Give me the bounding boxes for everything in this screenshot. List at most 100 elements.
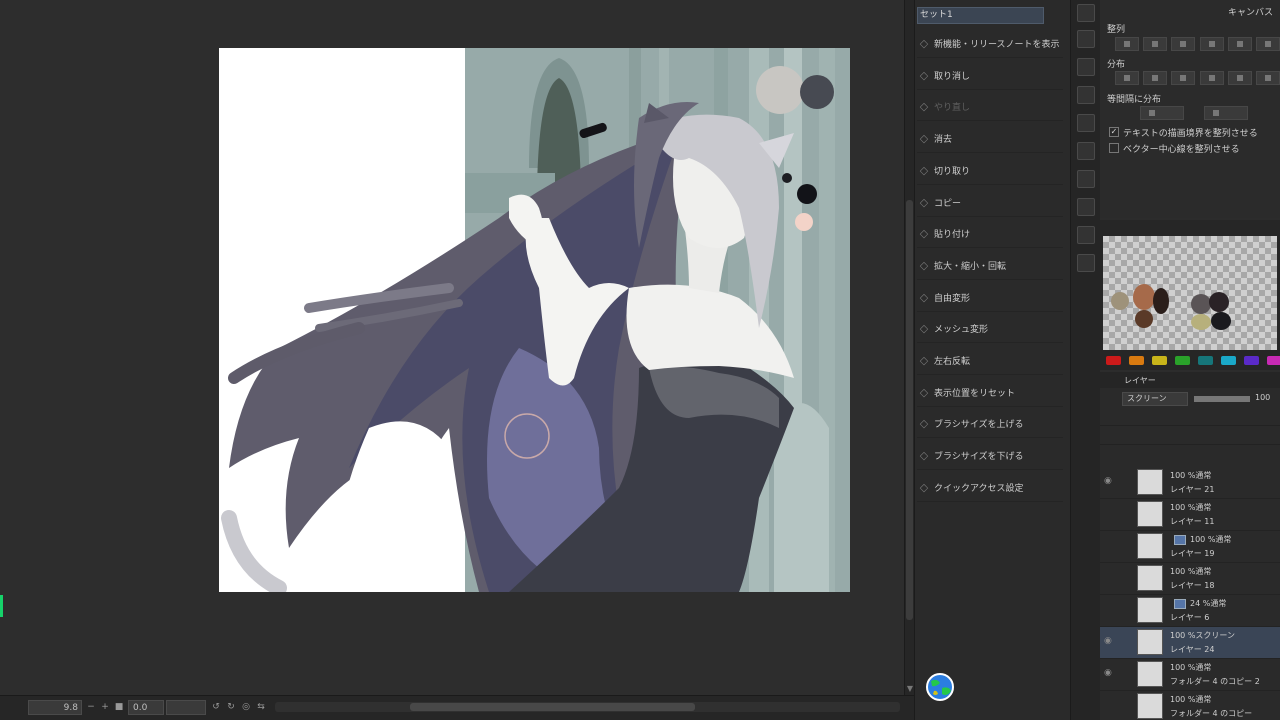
quick-access-item[interactable]: ◇ クイックアクセス設定 [917,474,1063,502]
quick-access-set-select[interactable]: セット1 [917,7,1044,24]
right-panel: キャンバス 整列 分布 等間隔に分布 ✓ テキストの描画境界を整列させる ベクタ… [1100,0,1280,720]
color-blob[interactable] [1111,292,1129,310]
layer-row[interactable]: ◉ 100 %通常 レイヤー 21 [1100,467,1280,499]
color-swatch-area[interactable] [1103,236,1277,350]
panel-tab-icon[interactable] [1077,4,1095,22]
quick-access-label: 切り取り [934,166,971,177]
mesh-icon: ◇ [919,322,929,336]
eye-icon[interactable]: ◉ [1104,636,1116,646]
color-blob[interactable] [1191,314,1211,330]
quick-access-item[interactable]: ◇ 取り消し [917,62,1063,90]
palette-color-chip[interactable] [1152,356,1167,365]
quick-access-item[interactable]: ◇ コピー [917,189,1063,217]
align-center-button[interactable] [1143,37,1167,51]
layer-row[interactable]: 100 %通常 レイヤー 18 [1100,563,1280,595]
palette-color-chip[interactable] [1106,356,1121,365]
globe-icon[interactable] [925,672,955,702]
tab-canvas[interactable]: キャンバス [1228,5,1273,18]
vertical-scroll-thumb[interactable] [906,200,913,620]
quick-access-item[interactable]: ◇ 切り取り [917,157,1063,185]
distribute-right-button[interactable] [1171,71,1195,85]
check-text-bounds[interactable]: ✓ [1109,127,1119,137]
rotate-right-icon[interactable]: ↻ [225,700,237,715]
panel-tab-icon[interactable] [1077,86,1095,104]
distribute-top-button[interactable] [1200,71,1224,85]
palette-color-chip[interactable] [1129,356,1144,365]
palette-color-chip[interactable] [1267,356,1280,365]
scroll-down-icon[interactable]: ▼ [906,684,914,693]
eye-icon[interactable]: ◉ [1104,476,1116,486]
layer-thumbnail [1137,693,1163,719]
layer-row[interactable]: 24 %通常 レイヤー 6 [1100,595,1280,627]
zoom-out-button[interactable]: − [85,700,97,715]
quick-access-item[interactable]: ◇ 左右反転 [917,347,1063,375]
panel-tab-icon[interactable] [1077,58,1095,76]
quick-access-item[interactable]: ◇ メッシュ変形 [917,315,1063,344]
quick-access-item[interactable]: ◇ 新機能・リリースノートを表示 [917,30,1063,58]
distribute-left-button[interactable] [1115,71,1139,85]
palette-color-chip[interactable] [1175,356,1190,365]
check-vector-centerline[interactable] [1109,143,1119,153]
flip-horizontal-icon[interactable]: ⇆ [255,700,267,715]
quick-access-item[interactable]: ◇ 自由変形 [917,284,1063,312]
eye-icon[interactable]: ◉ [1104,668,1116,678]
layer-name: レイヤー 11 [1170,517,1215,526]
distribute-middle-button[interactable] [1228,71,1252,85]
quick-access-label: 自由変形 [934,293,971,304]
quick-access-item[interactable]: ◇ やり直し [917,93,1063,122]
panel-tab-icon[interactable] [1077,254,1095,272]
panel-tab-icon[interactable] [1077,226,1095,244]
rotation-dial[interactable] [166,700,206,715]
quick-access-item[interactable]: ◇ 拡大・縮小・回転 [917,252,1063,280]
zoom-slider[interactable]: 9.8 [28,700,82,715]
panel-tab-icon[interactable] [1077,198,1095,216]
align-left-button[interactable] [1115,37,1139,51]
reset-rotation-icon[interactable]: ◎ [240,700,252,715]
rotation-slider[interactable]: 0.0 [128,700,164,715]
color-blob[interactable] [1133,284,1155,310]
panel-tab-icon[interactable] [1077,170,1095,188]
quick-access-item[interactable]: ◇ 貼り付け [917,220,1063,249]
rotate-left-icon[interactable]: ↺ [210,700,222,715]
panel-tab-icon[interactable] [1077,114,1095,132]
fit-view-icon[interactable]: ■ [113,700,125,715]
panel-tab-icon[interactable] [1077,142,1095,160]
color-blob[interactable] [1153,288,1169,314]
color-blob[interactable] [1135,310,1153,328]
zoom-in-button[interactable]: + [99,700,111,715]
equal-horizontal-button[interactable] [1140,106,1184,120]
color-blob[interactable] [1211,312,1231,330]
palette-color-chip[interactable] [1198,356,1213,365]
distribute-bottom-button[interactable] [1256,71,1280,85]
quick-access-item[interactable]: ◇ 表示位置をリセット [917,379,1063,407]
artwork-canvas[interactable] [219,48,850,592]
color-blob[interactable] [1191,294,1211,314]
distribute-center-button[interactable] [1143,71,1167,85]
canvas-area[interactable] [0,0,905,695]
layer-name: レイヤー 24 [1170,645,1215,654]
quick-access-item[interactable]: ◇ ブラシサイズを上げる [917,410,1063,439]
vertical-scrollbar[interactable]: ▼ [904,0,914,695]
opacity-slider[interactable] [1194,396,1250,402]
layer-row[interactable]: ◉ 100 %通常 フォルダー 4 のコピー 2 [1100,659,1280,691]
palette-color-chip[interactable] [1244,356,1259,365]
align-right-button[interactable] [1171,37,1195,51]
palette-color-chip[interactable] [1221,356,1236,365]
horizontal-scroll-thumb[interactable] [410,703,695,711]
quick-access-item[interactable]: ◇ ブラシサイズを下げる [917,442,1063,471]
layer-row[interactable]: ◉ 100 %スクリーン レイヤー 24 [1100,627,1280,659]
layer-row[interactable]: 100 %通常 フォルダー 4 のコピー [1100,691,1280,720]
align-bottom-button[interactable] [1256,37,1280,51]
brush-up-icon: ◇ [919,417,929,431]
equal-vertical-button[interactable] [1204,106,1248,120]
quick-access-item[interactable]: ◇ 消去 [917,125,1063,154]
align-top-button[interactable] [1200,37,1224,51]
horizontal-scrollbar[interactable] [275,702,900,712]
blend-mode-select[interactable]: スクリーン [1122,392,1188,406]
color-blob[interactable] [1209,292,1229,312]
tab-layer[interactable]: レイヤー [1124,375,1156,386]
panel-tab-icon[interactable] [1077,30,1095,48]
align-middle-button[interactable] [1228,37,1252,51]
layer-row[interactable]: 100 %通常 レイヤー 11 [1100,499,1280,531]
layer-row[interactable]: 100 %通常 レイヤー 19 [1100,531,1280,563]
